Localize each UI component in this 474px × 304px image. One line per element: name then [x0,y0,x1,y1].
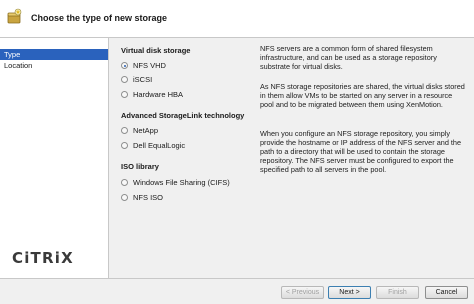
radio-icon[interactable] [121,194,128,201]
previous-button[interactable]: < Previous [281,286,324,299]
wizard-header: Choose the type of new storage [0,0,474,38]
radio-icon[interactable] [121,142,128,149]
sidebar-item-type[interactable]: Type [0,49,108,60]
group-advanced-title: Advanced StorageLink technology [121,111,245,120]
radio-icon[interactable] [121,91,128,98]
radio-label: Dell EqualLogic [133,141,186,150]
radio-label: iSCSI [133,75,153,84]
radio-nfs-vhd[interactable]: NFS VHD [121,60,166,71]
cancel-button[interactable]: Cancel [425,286,468,299]
radio-icon[interactable] [121,179,128,186]
citrix-logo: CiTRiX [12,249,74,267]
description-paragraph-3: When you configure an NFS storage reposi… [260,129,462,174]
radio-nfs-iso[interactable]: NFS ISO [121,192,163,203]
group-virtual-disk-title: Virtual disk storage [121,46,191,55]
radio-label: Hardware HBA [133,90,184,99]
description-paragraph-1: NFS servers are a common form of shared … [260,44,437,71]
radio-hardware-hba[interactable]: Hardware HBA [121,89,183,100]
sidebar-item-location[interactable]: Location [0,60,108,71]
radio-cifs[interactable]: Windows File Sharing (CIFS) [121,177,230,188]
radio-icon[interactable] [121,127,128,134]
storage-wizard-icon [7,8,22,24]
radio-icon[interactable] [121,76,128,83]
footer-divider [0,278,474,279]
finish-button[interactable]: Finish [376,286,419,299]
wizard-sidebar: Type Location CiTRiX [0,38,109,278]
radio-label: NFS VHD [133,61,166,70]
radio-dell-equallogic[interactable]: Dell EqualLogic [121,140,185,151]
page-title: Choose the type of new storage [31,13,168,23]
group-iso-title: ISO library [121,162,159,171]
description-paragraph-2: As NFS storage repositories are shared, … [260,82,465,109]
next-button[interactable]: Next > [328,286,371,299]
radio-label: Windows File Sharing (CIFS) [133,178,230,187]
radio-label: NFS ISO [133,193,164,202]
radio-selected-icon[interactable] [121,62,128,69]
radio-iscsi[interactable]: iSCSI [121,74,152,85]
radio-label: NetApp [133,126,159,135]
radio-netapp[interactable]: NetApp [121,125,158,136]
